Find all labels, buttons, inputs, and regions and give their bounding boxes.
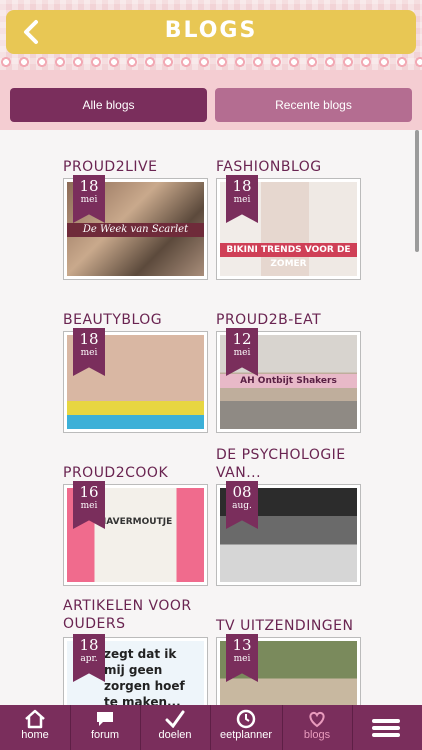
thumbnail-caption: AH Ontbijt Shakers: [220, 374, 357, 388]
thumbnail-caption: zegt dat ik mij geen zorgen hoef te make…: [104, 647, 185, 705]
date-day: 12: [232, 330, 252, 348]
date-month: mei: [80, 195, 98, 205]
scrollbar[interactable]: [415, 130, 419, 252]
blog-title: ARTIKELEN VOOR OUDERS: [63, 598, 192, 632]
tab-alle-blogs[interactable]: Alle blogs: [10, 88, 207, 122]
home-icon: [0, 705, 70, 729]
blog-title: DE PSYCHOLOGIE VAN...: [216, 447, 346, 481]
date-month: apr.: [80, 654, 98, 664]
date-day: 16: [79, 483, 99, 501]
date-month: mei: [80, 348, 98, 358]
date-day: 18: [79, 330, 99, 348]
date-day: 18: [79, 177, 99, 195]
nav-blogs[interactable]: blogs: [282, 705, 353, 750]
blog-title: PROUD2COOK: [63, 465, 169, 481]
lace-border: [0, 54, 422, 70]
checkmark-icon: [140, 705, 210, 729]
date-month: mei: [233, 348, 251, 358]
blog-title: PROUD2B-EAT: [216, 312, 322, 328]
date-day: 18: [232, 177, 252, 195]
blog-title: BEAUTYBLOG: [63, 312, 163, 328]
blog-grid: PROUD2LIVE De Week van Scarlet 18 mei FA…: [0, 130, 422, 705]
clock-icon: [210, 705, 282, 729]
date-month: aug.: [232, 501, 252, 511]
date-day: 18: [79, 636, 99, 654]
nav-forum[interactable]: forum: [70, 705, 141, 750]
nav-label: doelen: [158, 729, 192, 741]
thumbnail-caption: De Week van Scarlet: [67, 223, 204, 237]
date-month: mei: [233, 654, 251, 664]
nav-eetplanner[interactable]: eetplanner: [210, 705, 283, 750]
date-month: mei: [233, 195, 251, 205]
heart-icon: [282, 705, 352, 729]
date-day: 08: [232, 483, 252, 501]
blog-title: PROUD2LIVE: [63, 159, 158, 175]
thumbnail-caption: BIKINI TRENDS VOOR DE ZOMER: [220, 243, 357, 269]
blog-title: FASHIONBLOG: [216, 159, 322, 175]
nav-label: eetplanner: [220, 729, 272, 741]
bottom-nav: home forum doelen eetplanner blogs: [0, 705, 422, 750]
hamburger-menu-icon[interactable]: [352, 705, 422, 750]
nav-label: blogs: [303, 729, 331, 741]
nav-home[interactable]: home: [0, 705, 71, 750]
date-day: 13: [232, 636, 252, 654]
blog-title: TV UITZENDINGEN: [216, 618, 354, 634]
page-title: BLOGS: [164, 18, 258, 43]
nav-label: forum: [90, 729, 120, 741]
nav-label: home: [21, 729, 49, 741]
chat-icon: [70, 705, 140, 729]
date-month: mei: [80, 501, 98, 511]
tab-recente-blogs[interactable]: Recente blogs: [215, 88, 412, 122]
nav-doelen[interactable]: doelen: [140, 705, 211, 750]
